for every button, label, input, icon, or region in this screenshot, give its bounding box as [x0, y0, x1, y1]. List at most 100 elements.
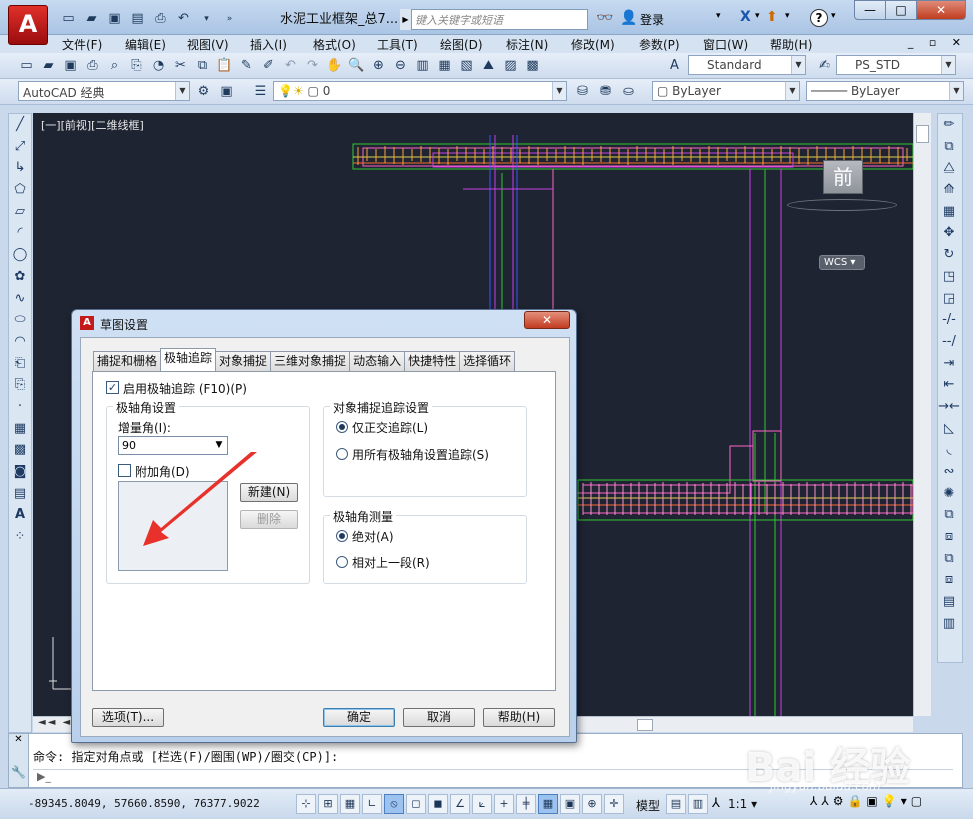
linetype-select[interactable]: ───── ByLayer ▼: [806, 81, 964, 101]
make-object-layer-current-icon[interactable]: ⛁: [572, 81, 593, 102]
help-icon[interactable]: ?: [810, 9, 828, 27]
dim-style-icon[interactable]: ✍: [814, 55, 835, 76]
extend-icon[interactable]: --/: [938, 331, 960, 353]
command-line-handle[interactable]: ✕ 🔧: [9, 734, 29, 787]
match-properties-icon[interactable]: ✎: [236, 55, 257, 76]
object-snap-tracking-toggle[interactable]: ∠: [450, 794, 470, 814]
erase-icon[interactable]: ✏: [938, 114, 960, 136]
join-icon[interactable]: →←: [938, 396, 960, 418]
annotation-scale-select[interactable]: 1:1 ▾: [728, 797, 757, 811]
lock-icon[interactable]: 🔒: [847, 794, 862, 808]
array-icon[interactable]: ▦: [938, 201, 960, 223]
enable-polar-tracking-checkbox[interactable]: ✓: [106, 381, 119, 394]
qnew-icon[interactable]: ▭: [16, 55, 37, 76]
multiline-text-icon[interactable]: A: [9, 504, 31, 526]
redo-icon[interactable]: ▾: [196, 8, 217, 29]
infer-constraints-toggle[interactable]: ⊹: [296, 794, 316, 814]
vertical-scroll-thumb[interactable]: [916, 125, 929, 143]
menu-tools[interactable]: 工具(T): [377, 36, 418, 53]
grid-display-toggle[interactable]: ▦: [340, 794, 360, 814]
text-front-icon[interactable]: ▤: [938, 591, 960, 613]
point-icon[interactable]: ·: [9, 396, 31, 418]
menu-insert[interactable]: 插入(I): [250, 36, 287, 53]
workspace-settings-icon[interactable]: ⚙: [193, 81, 214, 102]
open-icon[interactable]: ▰: [81, 8, 102, 29]
more-icon[interactable]: »: [219, 8, 240, 29]
options-button[interactable]: 选项(T)...: [92, 708, 164, 727]
layer-states-icon[interactable]: ⛀: [618, 81, 639, 102]
annotation-scale-icon[interactable]: ⅄: [712, 796, 720, 811]
menu-modify[interactable]: 修改(M): [571, 36, 615, 53]
cursor-coordinates[interactable]: -89345.8049, 57660.8590, 76377.9022: [28, 797, 260, 810]
chevron-down-icon[interactable]: ▼: [552, 82, 566, 100]
help-button[interactable]: 帮助(H): [483, 708, 555, 727]
wrench-icon[interactable]: 🔧: [9, 765, 28, 779]
arc-icon[interactable]: ◜: [9, 222, 31, 244]
relative-to-last-segment-radio[interactable]: [336, 556, 348, 568]
menu-window[interactable]: 窗口(W): [703, 36, 748, 53]
ellipse-icon[interactable]: ⬭: [9, 309, 31, 331]
draworder-front-icon[interactable]: ⧉: [938, 504, 960, 526]
cancel-button[interactable]: 取消: [403, 708, 475, 727]
plot-preview-icon[interactable]: ⌕: [104, 55, 125, 76]
workspace-switch-icon[interactable]: ⚙: [833, 794, 844, 808]
window-maximize-button[interactable]: □: [885, 0, 917, 20]
3d-dwf-icon[interactable]: ◔: [148, 55, 169, 76]
text-style-icon[interactable]: A: [664, 55, 685, 76]
chevron-down-icon[interactable]: ▼: [941, 56, 955, 74]
model-space-toggle[interactable]: 模型: [636, 797, 660, 814]
scale-icon[interactable]: ◳: [938, 266, 960, 288]
3d-object-snap-toggle[interactable]: ◼: [428, 794, 448, 814]
isolate-objects-icon[interactable]: 💡: [882, 794, 897, 808]
lineweight-toggle[interactable]: ╪: [516, 794, 536, 814]
construction-line-icon[interactable]: ⤢: [9, 136, 31, 158]
autodesk-360-icon[interactable]: ⬆: [766, 9, 778, 25]
cut-icon[interactable]: ✂: [170, 55, 191, 76]
snap-mode-toggle[interactable]: ⊞: [318, 794, 338, 814]
mirror-icon[interactable]: ⧋: [938, 157, 960, 179]
autodesk-360-dropdown-icon[interactable]: ▾: [785, 11, 790, 21]
revision-cloud-icon[interactable]: ✿: [9, 266, 31, 288]
object-snap-toggle[interactable]: ◻: [406, 794, 426, 814]
tab-polar-tracking[interactable]: 极轴追踪: [160, 348, 217, 371]
user-icon[interactable]: 👤: [620, 10, 637, 26]
tab-selection-cycling[interactable]: 选择循环: [459, 351, 516, 371]
undo-icon[interactable]: ↶: [173, 8, 194, 29]
absolute-radio[interactable]: [336, 530, 348, 542]
table-icon[interactable]: ▤: [9, 483, 31, 505]
menu-dimension[interactable]: 标注(N): [506, 36, 548, 53]
markup-icon[interactable]: ▨: [500, 55, 521, 76]
exchange-dropdown-icon[interactable]: ▾: [755, 11, 760, 21]
ok-button[interactable]: 确定: [323, 708, 395, 727]
color-select[interactable]: ▢ ByLayer ▼: [652, 81, 800, 101]
enable-polar-tracking-label[interactable]: 启用极轴追踪 (F10)(P): [123, 380, 247, 397]
exchange-icon[interactable]: X: [740, 9, 751, 25]
annotation-visibility-icon[interactable]: ⅄: [810, 794, 817, 808]
binoculars-icon[interactable]: 👓: [596, 10, 613, 26]
tool-palettes-icon[interactable]: ▧: [456, 55, 477, 76]
polygon-icon[interactable]: ⬠: [9, 179, 31, 201]
keyword-search-input[interactable]: 键入关键字或短语: [400, 9, 588, 30]
break-at-point-icon[interactable]: ⇥: [938, 353, 960, 375]
help-dropdown-icon[interactable]: ▾: [831, 11, 836, 21]
tab-snap-and-grid[interactable]: 捕捉和栅格: [93, 351, 162, 371]
chamfer-icon[interactable]: ◺: [938, 418, 960, 440]
chevron-down-icon[interactable]: ▼: [791, 56, 805, 74]
tab-3d-object-snap[interactable]: 三维对象捕捉: [270, 351, 351, 371]
additional-angles-checkbox[interactable]: [118, 464, 131, 477]
publish-icon[interactable]: ⎘: [126, 55, 147, 76]
print-icon[interactable]: ⎙: [150, 8, 171, 29]
close-icon[interactable]: ✕: [9, 734, 28, 745]
open-file-icon[interactable]: ▰: [38, 55, 59, 76]
absolute-label[interactable]: 绝对(A): [352, 528, 394, 545]
save-icon[interactable]: ▣: [104, 8, 125, 29]
menu-view[interactable]: 视图(V): [187, 36, 229, 53]
chevron-down-icon[interactable]: ▼: [949, 82, 963, 100]
clean-screen-icon[interactable]: ▢: [911, 794, 922, 808]
layer-manager-icon[interactable]: ☰: [250, 81, 271, 102]
workspace-select[interactable]: AutoCAD 经典 ▼: [18, 81, 190, 101]
orthogonal-tracking-radio[interactable]: [336, 421, 348, 433]
copy-icon[interactable]: ⧉: [192, 55, 213, 76]
zoom-window-icon[interactable]: ⊕: [368, 55, 389, 76]
design-center-icon[interactable]: ▦: [434, 55, 455, 76]
